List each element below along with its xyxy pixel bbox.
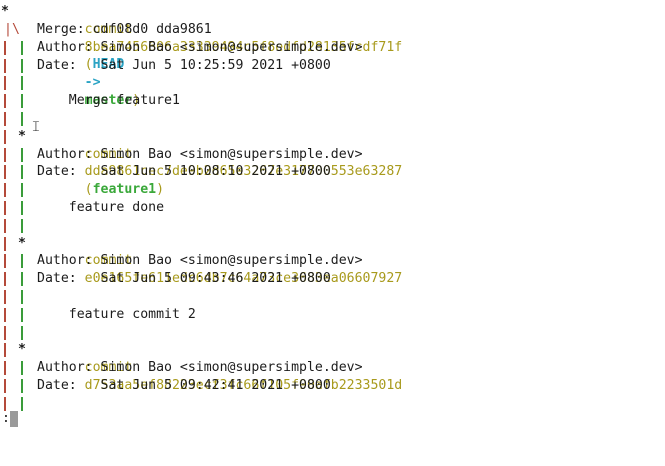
graph-line-red [4, 396, 6, 411]
author-text: Author: Simon Bao <simon@supersimple.dev… [37, 39, 363, 55]
graph-line-red [4, 58, 6, 73]
graph-line-green [21, 147, 23, 162]
author-line: Author: Simon Bao <simon@supersimple.dev… [0, 359, 665, 377]
graph-line-red [4, 147, 6, 162]
author-text: Author: Simon Bao <simon@supersimple.dev… [37, 360, 363, 376]
merge-line: |\ Merge: cdf08d0 dda9861 [0, 21, 665, 39]
date-line: Date: Sat Jun 5 10:25:59 2021 +0800 [0, 57, 665, 75]
pager-prompt[interactable]: : [2, 410, 10, 428]
graph-line-green [21, 218, 23, 233]
graph-line-red [4, 201, 6, 215]
graph-line-red [4, 236, 6, 251]
graph-node-icon: * [18, 128, 26, 144]
date-line: Date: Sat Jun 5 10:08:10 2021 +0800 [0, 163, 665, 181]
graph-line-red [4, 254, 6, 269]
graph-line-green [21, 112, 23, 126]
graph-line-red [4, 343, 6, 358]
graph-line-green [21, 165, 23, 180]
commit-line: * commit e0e165fe611edc6db7c64a73ce3683e… [0, 235, 665, 286]
graph-line-red [4, 218, 6, 233]
graph-line-green [21, 201, 23, 215]
commit-line: * commit 8bea7456606a33339494c5f8edfd281… [1, 4, 403, 108]
date-text: Date: Sat Jun 5 09:42:41 2021 +0800 [37, 378, 331, 393]
graph-line-red [4, 183, 6, 198]
date-text: Date: Sat Jun 5 09:43:46 2021 +0800 [37, 271, 331, 287]
graph-line-red [4, 76, 6, 91]
blank-line [0, 110, 665, 128]
graph-node-icon: * [18, 235, 26, 251]
graph-line-red [4, 129, 6, 144]
graph-node-icon: * [1, 4, 9, 19]
graph-line-green [21, 290, 23, 304]
message-line: feature done [0, 199, 665, 217]
graph-line-red [4, 94, 6, 109]
date-line: Date: Sat Jun 5 09:42:41 2021 +0800 [0, 377, 665, 395]
graph-line-red [4, 361, 6, 376]
date-line: Date: Sat Jun 5 09:43:46 2021 +0800 [0, 270, 665, 288]
graph-line-red [4, 40, 6, 55]
graph-node-icon: * [18, 342, 26, 358]
graph-line-green [21, 396, 23, 411]
message-line: feature commit 2 [0, 306, 665, 324]
commit-message: feature commit 2 [37, 306, 196, 322]
date-text: Date: Sat Jun 5 10:25:59 2021 +0800 [37, 57, 331, 73]
commit-message: Merge feature1 [37, 93, 180, 109]
block-cursor-icon [10, 411, 18, 427]
graph-line-green [21, 183, 23, 198]
commit-line: * commit d753aa5ef88223ecf3fc66f105f90af… [0, 341, 665, 393]
author-text: Author: Simon Bao <simon@supersimple.dev… [37, 146, 363, 162]
blank-line [0, 395, 665, 413]
graph-line-green [21, 58, 23, 73]
graph-line-green [21, 325, 23, 340]
blank-line [0, 324, 665, 342]
text-cursor-icon: 𝙸 [31, 119, 41, 135]
graph-line-red [4, 112, 6, 126]
graph-line-green [21, 76, 23, 91]
terminal-window[interactable]: * commit 8bea7456606a33339494c5f8edfd281… [0, 0, 665, 433]
graph-line-red [4, 325, 6, 340]
blank-line [0, 288, 665, 306]
blank-line [0, 74, 665, 92]
graph-line-red [4, 165, 6, 180]
graph-line-red [4, 272, 6, 287]
graph-line-green [21, 254, 23, 269]
graph-line-red [4, 290, 6, 304]
graph-line-red [4, 379, 6, 393]
commit-message: feature done [37, 200, 165, 215]
date-text: Date: Sat Jun 5 10:08:10 2021 +0800 [37, 164, 331, 180]
graph-line-green [21, 307, 23, 322]
merge-text: Merge: cdf08d0 dda9861 [37, 22, 212, 37]
blank-line [0, 217, 665, 235]
graph-line-green [21, 40, 23, 55]
commit-line: * commit dda9861cec7de9b2d65e3267e317700… [0, 128, 665, 197]
author-text: Author: Simon Bao <simon@supersimple.dev… [37, 253, 363, 269]
graph-branch-icon: |\ [4, 22, 20, 37]
graph-line-green [21, 94, 23, 109]
author-line: Author: Simon Bao <simon@supersimple.dev… [0, 39, 665, 57]
blank-line [0, 181, 665, 199]
message-line: Merge feature1 [0, 92, 665, 110]
graph-line-green [21, 361, 23, 376]
graph-line-red [4, 307, 6, 322]
author-line: Author: Simon Bao <simon@supersimple.dev… [0, 252, 665, 270]
graph-line-green [21, 272, 23, 287]
graph-line-green [21, 379, 23, 393]
author-line: Author: Simon Bao <simon@supersimple.dev… [0, 146, 665, 164]
